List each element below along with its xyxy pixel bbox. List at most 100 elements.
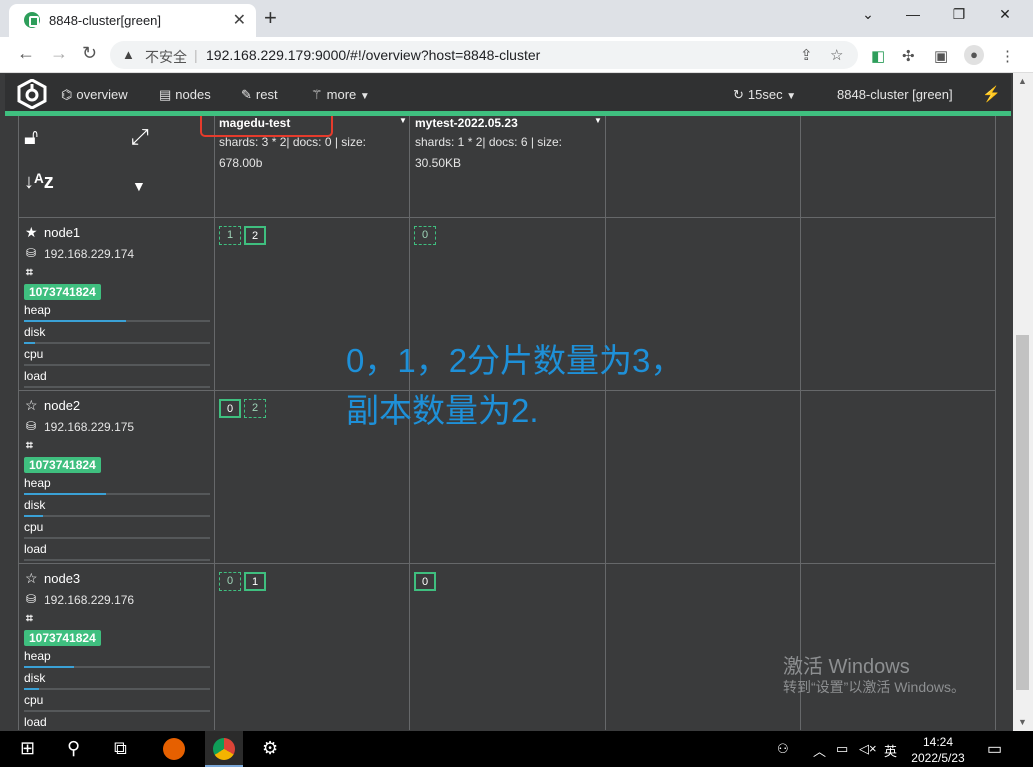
taskbar-clock[interactable]: 14:24 2022/5/23: [905, 734, 971, 766]
minimize-icon[interactable]: —: [893, 6, 933, 22]
page-scrollbar[interactable]: ▲ ▼: [1013, 73, 1033, 731]
expand-icon[interactable]: ⤢: [131, 124, 149, 150]
grid-divider: [214, 116, 215, 730]
windows-activation-hint: 转到“设置”以激活 Windows。: [783, 679, 966, 695]
scroll-down-icon[interactable]: ▼: [1018, 717, 1027, 727]
hdd-icon: ⛁: [26, 419, 37, 433]
nav-more[interactable]: ⚚ more ▼: [311, 87, 370, 103]
side-panel-icon[interactable]: ▣: [934, 47, 948, 65]
tab-search-icon[interactable]: ⌄: [848, 6, 888, 23]
metric-load-bar: [24, 559, 210, 561]
people-icon[interactable]: ⚇: [777, 741, 789, 757]
share-icon[interactable]: ⇪: [800, 46, 813, 64]
shard-replica[interactable]: 2: [244, 399, 266, 418]
overview-grid: 🔓︎ ⤢ ↓ᴬᴢ ▼ magedu-test ▼ shards: 3 * 2| …: [18, 116, 996, 730]
grid-divider: [18, 563, 996, 564]
notification-icon[interactable]: ▭: [987, 739, 1002, 759]
index-menu-caret-icon[interactable]: ▼: [399, 116, 407, 125]
metric-cpu-label: cpu: [24, 693, 44, 707]
settings-gear-icon[interactable]: ⚙: [262, 738, 278, 759]
metric-disk-label: disk: [24, 498, 46, 512]
metric-heap-bar: [24, 320, 210, 322]
shard-primary[interactable]: 1: [244, 572, 266, 591]
shard-primary[interactable]: 2: [244, 226, 266, 245]
refresh-interval[interactable]: ↻ 15sec ▼: [733, 87, 796, 103]
close-window-icon[interactable]: ✕: [985, 6, 1025, 23]
scroll-up-icon[interactable]: ▲: [1018, 76, 1027, 86]
tray-chevron-icon[interactable]: ︿: [813, 741, 826, 760]
bookmark-star-icon[interactable]: ☆: [830, 46, 843, 64]
menu-kebab-icon[interactable]: ⋮: [1000, 47, 1015, 65]
warning-icon[interactable]: ▲: [122, 47, 135, 62]
node-heap-badge: 1073741824: [24, 284, 101, 300]
shard-replica[interactable]: 1: [219, 226, 241, 245]
shard-replica[interactable]: 0: [414, 226, 436, 245]
refresh-interval-label: 15sec: [747, 87, 783, 102]
forward-icon[interactable]: →: [50, 43, 68, 64]
browser-toolbar: ← → ↻ ▲ 不安全 | 192.168.229.179:9000/#!/ov…: [0, 37, 1033, 73]
restore-icon[interactable]: ❐: [939, 6, 979, 23]
site-favicon-icon: [24, 12, 40, 28]
disconnect-plug-icon[interactable]: ⚡: [982, 85, 1001, 103]
master-star-icon: ★: [25, 224, 38, 240]
metric-disk-bar: [24, 515, 210, 517]
node-ip: 192.168.229.176: [44, 593, 135, 607]
network-icon[interactable]: ▭: [836, 741, 848, 757]
index-name[interactable]: mytest-2022.05.23: [415, 116, 518, 130]
cluster-name[interactable]: 8848-cluster [green]: [837, 87, 953, 102]
refresh-icon: ↻: [733, 87, 744, 102]
new-tab-icon[interactable]: +: [264, 5, 277, 31]
index-menu-caret-icon[interactable]: ▼: [594, 116, 602, 125]
nav-overview[interactable]: ⌬ overview: [61, 87, 128, 103]
index-meta: shards: 3 * 2| docs: 0 | size: 678.00b: [219, 132, 399, 174]
node-name[interactable]: node1: [44, 225, 80, 240]
node-ip: 192.168.229.174: [44, 247, 135, 261]
sort-alpha-icon[interactable]: ↓ᴬᴢ: [24, 171, 54, 194]
windows-activation-title: 激活 Windows: [783, 656, 910, 678]
puzzle-icon[interactable]: ✣: [902, 47, 915, 65]
metric-disk-label: disk: [24, 671, 46, 685]
filter-caret-icon[interactable]: ▼: [132, 178, 146, 194]
address-bar[interactable]: ▲ 不安全 | 192.168.229.179:9000/#!/overview…: [110, 41, 858, 69]
back-icon[interactable]: ←: [17, 43, 35, 64]
nav-rest[interactable]: ✎ rest: [241, 87, 278, 103]
shard-replica[interactable]: 0: [219, 572, 241, 591]
firefox-icon[interactable]: [163, 738, 185, 760]
ime-indicator[interactable]: 英: [884, 741, 897, 760]
windows-start-icon[interactable]: ⊞: [20, 738, 35, 759]
extension-icon[interactable]: ◧: [871, 47, 885, 65]
index-meta: shards: 1 * 2| docs: 6 | size: 30.50KB: [415, 132, 595, 174]
node-ip: 192.168.229.175: [44, 420, 135, 434]
server-icon: ▤: [159, 87, 172, 102]
chrome-icon[interactable]: [213, 738, 235, 760]
volume-icon[interactable]: ◁×: [859, 741, 877, 757]
security-label[interactable]: 不安全: [145, 47, 187, 67]
scroll-thumb[interactable]: [1016, 335, 1029, 690]
url-text[interactable]: 192.168.229.179:9000/#!/overview?host=88…: [206, 47, 540, 63]
annotation-line: 0，1，2分片数量为3，: [346, 342, 684, 379]
browser-tab[interactable]: 8848-cluster[green] ✕: [9, 4, 256, 37]
metric-heap-label: heap: [24, 476, 51, 490]
metric-disk-label: disk: [24, 325, 46, 339]
crop-icon: ⌗: [26, 611, 33, 625]
tab-close-icon[interactable]: ✕: [233, 10, 246, 30]
nav-rest-label: rest: [255, 87, 278, 102]
metric-cpu-label: cpu: [24, 520, 44, 534]
search-icon[interactable]: ⚲: [67, 738, 80, 759]
grid-divider: [800, 116, 801, 730]
task-view-icon[interactable]: ⧉: [114, 738, 127, 759]
cerebro-logo-icon[interactable]: [17, 79, 47, 109]
hdd-icon: ⛁: [26, 246, 37, 260]
profile-avatar-icon[interactable]: ●: [964, 45, 984, 65]
nav-overview-label: overview: [76, 87, 128, 102]
node-name[interactable]: node2: [44, 398, 80, 413]
reload-icon[interactable]: ↻: [82, 43, 97, 64]
shard-primary[interactable]: 0: [219, 399, 241, 418]
grid-divider: [18, 217, 996, 218]
nav-nodes[interactable]: ▤ nodes: [159, 87, 211, 103]
shard-primary[interactable]: 0: [414, 572, 436, 591]
metric-cpu-bar: [24, 364, 210, 366]
index-size: 30.50KB: [415, 156, 462, 170]
node-name[interactable]: node3: [44, 571, 80, 586]
unlock-icon[interactable]: 🔓︎: [24, 124, 38, 150]
